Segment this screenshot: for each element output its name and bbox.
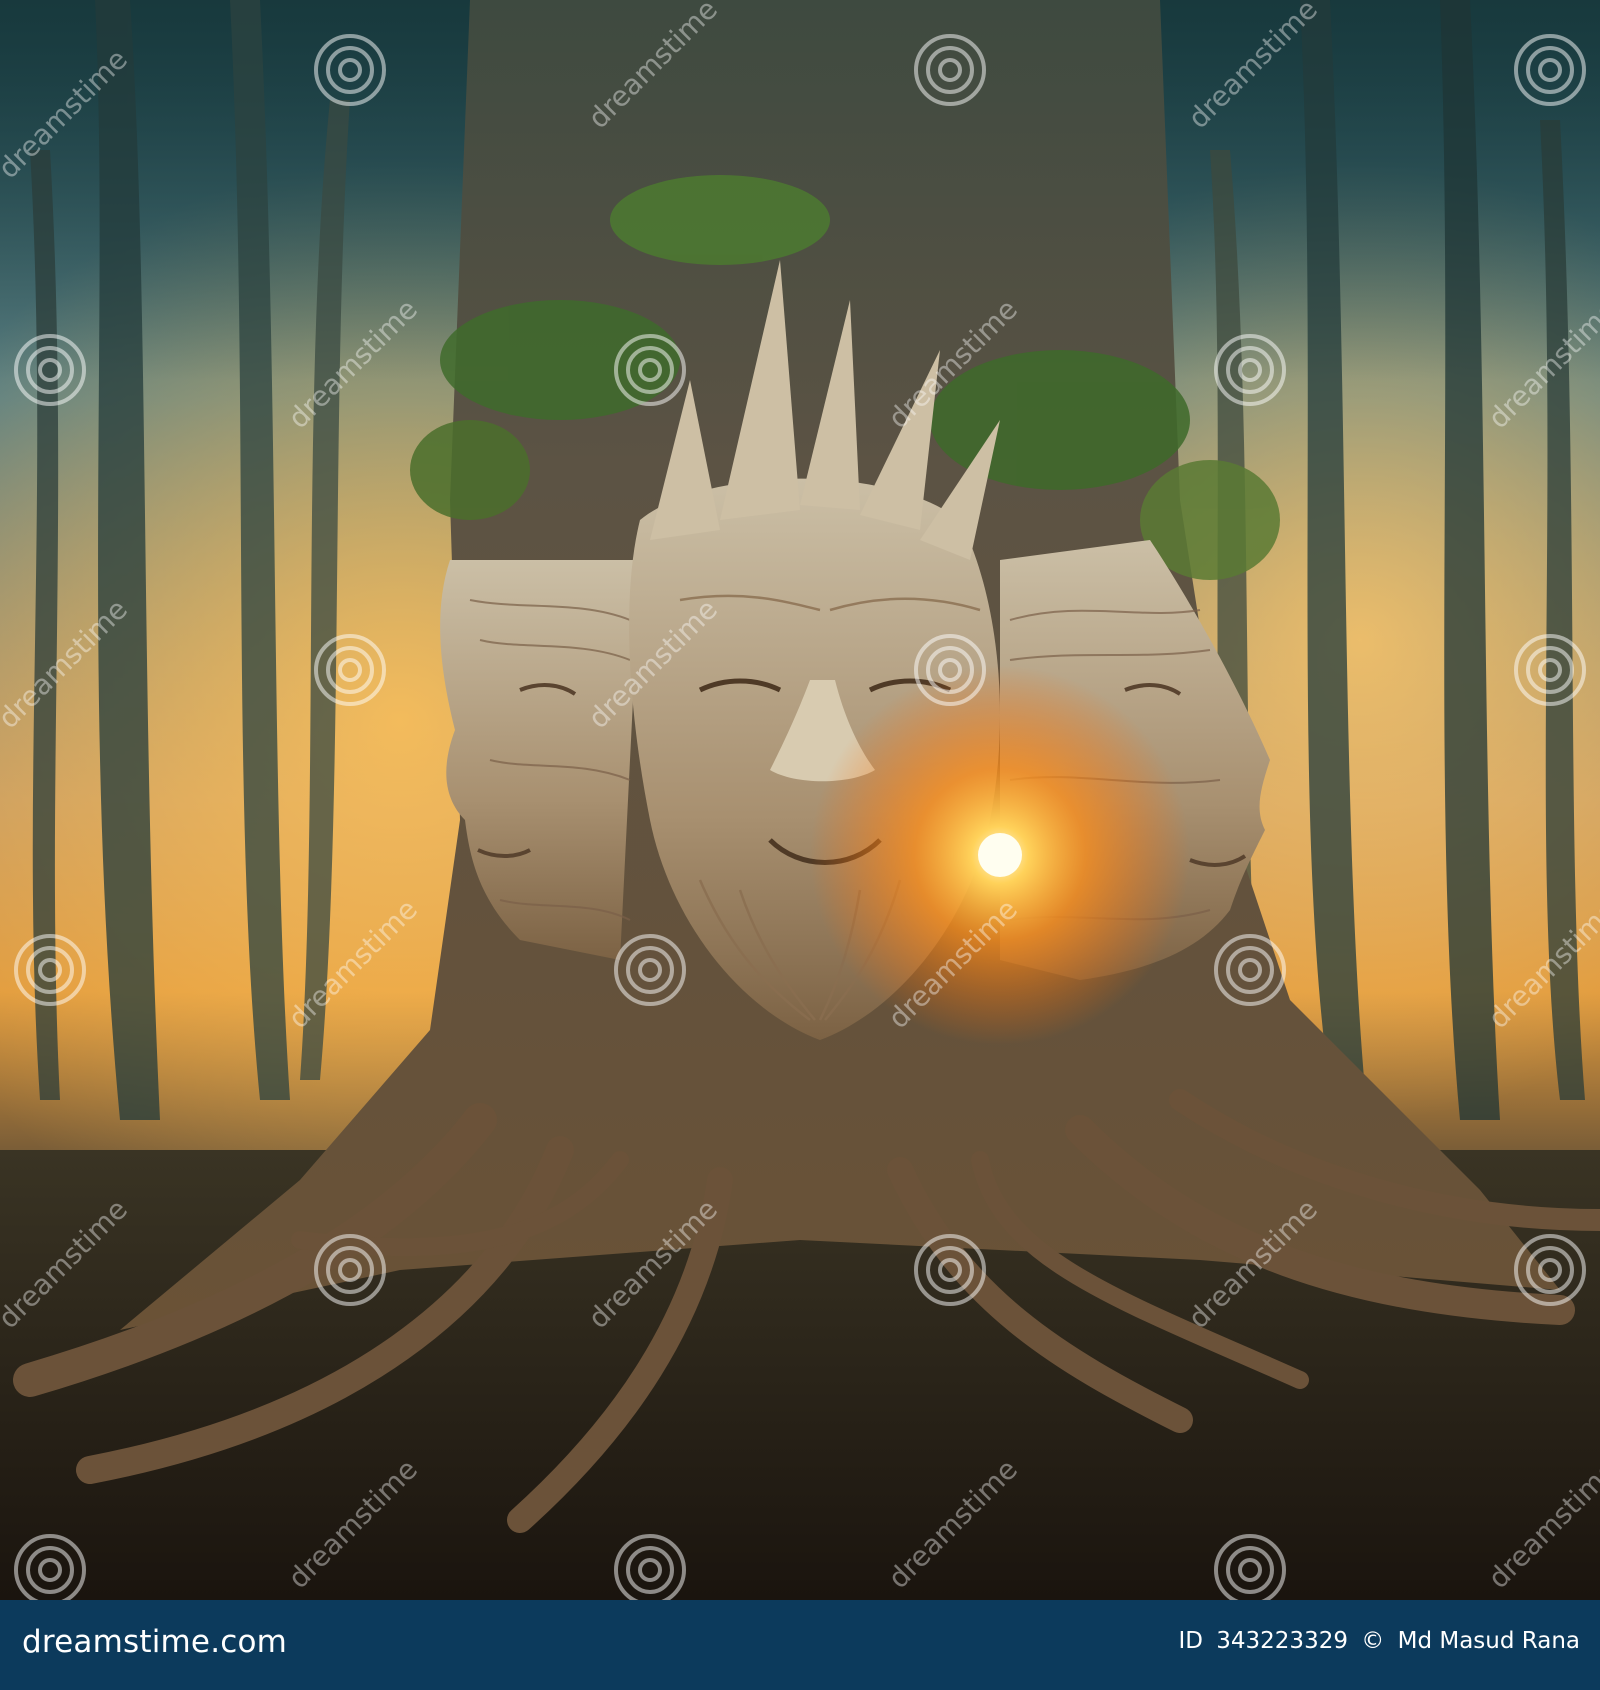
id-label: ID — [1178, 1628, 1203, 1654]
sun-core — [978, 833, 1022, 877]
credit-footer: dreamstime.com ID 343223329 © Md Masud R… — [0, 1600, 1600, 1690]
author-name: Md Masud Rana — [1397, 1628, 1580, 1654]
artwork-canvas: dreamstime dreamstime dreamstime dreamst… — [0, 0, 1600, 1600]
copyright-symbol: © — [1361, 1628, 1385, 1654]
page: dreamstime dreamstime dreamstime dreamst… — [0, 0, 1600, 1690]
image-id: 343223329 — [1216, 1628, 1348, 1654]
dreamstime-logo[interactable]: dreamstime.com — [22, 1624, 287, 1660]
image-credit: ID 343223329 © Md Masud Rana — [1172, 1628, 1580, 1654]
stock-photo: dreamstime dreamstime dreamstime dreamst… — [0, 0, 1600, 1600]
